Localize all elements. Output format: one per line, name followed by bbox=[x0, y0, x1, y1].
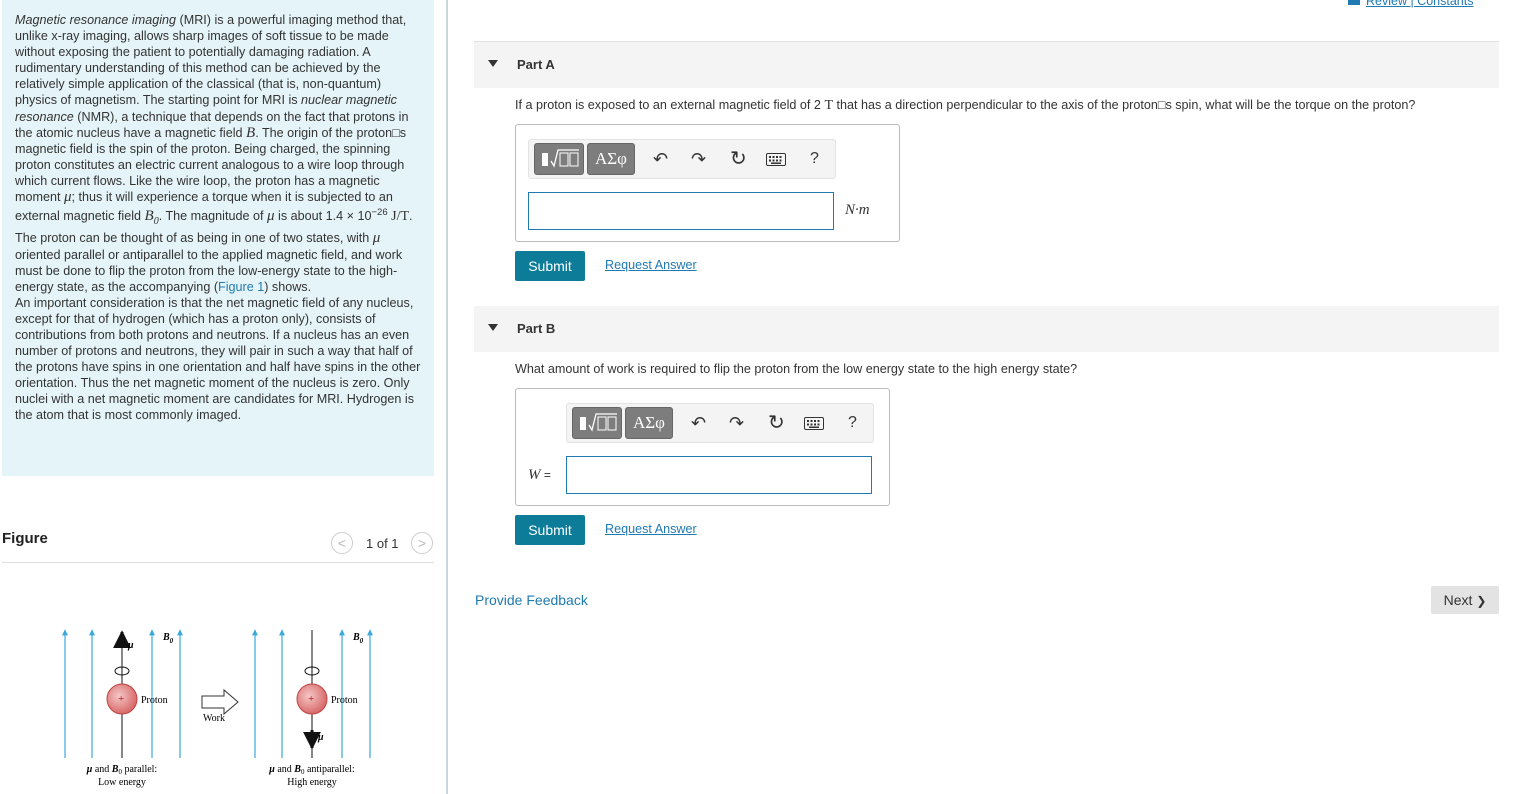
b0-label-right: B0 bbox=[352, 632, 364, 645]
templates-icon bbox=[542, 149, 579, 168]
equals-sign: = bbox=[540, 468, 551, 482]
figure-next-button[interactable]: > bbox=[411, 532, 433, 554]
symbol-b: B bbox=[246, 124, 256, 141]
exponent: −26 bbox=[371, 207, 388, 219]
part-b-submit-button[interactable]: Submit bbox=[515, 515, 585, 545]
symbol-mu-vector: μ bbox=[266, 208, 275, 225]
caption-left-2: Low energy bbox=[98, 777, 146, 788]
work-arrow bbox=[201, 688, 239, 716]
part-a-request-answer-link[interactable]: Request Answer bbox=[605, 258, 697, 272]
left-panel: Magnetic resonance imaging (MRI) is a po… bbox=[0, 0, 448, 794]
undo-icon[interactable]: ↶ bbox=[691, 412, 706, 434]
part-a-header[interactable]: Part A bbox=[474, 42, 1499, 88]
redo-icon[interactable]: ↷ bbox=[691, 148, 706, 170]
work-label: Work bbox=[203, 713, 225, 724]
provide-feedback-link[interactable]: Provide Feedback bbox=[475, 592, 588, 608]
collapse-triangle-icon[interactable] bbox=[488, 324, 498, 331]
undo-icon[interactable]: ↶ bbox=[653, 148, 668, 170]
part-a-question: If a proton is exposed to an external ma… bbox=[515, 98, 1415, 114]
figure-title: Figure bbox=[2, 530, 48, 547]
b0-label-sub: 0 bbox=[170, 637, 174, 645]
intro-text-run: ) shows. bbox=[264, 279, 312, 294]
intro-text-run: oriented parallel or antiparallel to the… bbox=[15, 247, 403, 294]
part-b-question: What amount of work is required to flip … bbox=[515, 362, 1078, 376]
help-icon[interactable]: ? bbox=[848, 412, 857, 434]
intro-text-run: is about 1.4 × 10 bbox=[274, 209, 372, 224]
review-constants-link[interactable]: Review | Constants bbox=[1348, 0, 1473, 8]
symbol-mu-vector: μ bbox=[372, 230, 381, 247]
variable-w: W bbox=[528, 467, 541, 483]
part-b-header[interactable]: Part B bbox=[474, 306, 1499, 352]
templates-button[interactable] bbox=[572, 407, 622, 439]
mu-label-right: μ bbox=[317, 732, 324, 743]
figure-header: Figure < 1 of 1 > bbox=[2, 526, 434, 563]
proton-plus-left: + bbox=[118, 693, 124, 705]
chevron-right-icon: ❯ bbox=[1476, 594, 1487, 608]
part-a-answer-input[interactable] bbox=[528, 192, 834, 230]
greek-symbols-button[interactable]: ΑΣφ bbox=[625, 407, 673, 439]
part-b-label: Part B bbox=[517, 321, 556, 336]
help-icon[interactable]: ? bbox=[810, 148, 819, 170]
caption-and: and bbox=[92, 764, 111, 775]
caption-right-2: High energy bbox=[287, 777, 337, 788]
intro-paragraph-1: Magnetic resonance imaging (MRI) is a po… bbox=[15, 12, 422, 295]
caption-left-1: μ and B0 parallel: bbox=[86, 764, 157, 776]
proton-label-right: Proton bbox=[331, 695, 358, 706]
keyboard-icon[interactable] bbox=[766, 153, 786, 166]
redo-icon[interactable]: ↷ bbox=[729, 412, 744, 434]
book-icon bbox=[1348, 0, 1360, 5]
unit-tesla: T bbox=[824, 98, 833, 113]
part-b-answer-box: ΑΣφ ↶ ↷ ↻ ? W = bbox=[515, 388, 890, 506]
b0-label-sub: 0 bbox=[360, 637, 364, 645]
part-b-answer-input[interactable] bbox=[566, 456, 872, 494]
part-a-answer-box: ΑΣφ ↶ ↷ ↻ ? N·m bbox=[515, 124, 900, 242]
part-a-submit-button[interactable]: Submit bbox=[515, 251, 585, 281]
question-text: that has a direction perpendicular to th… bbox=[833, 98, 1416, 112]
next-button[interactable]: Next ❯ bbox=[1431, 586, 1499, 614]
symbol-b0: B bbox=[144, 208, 154, 225]
proton-figure: μ B0 + Proton Work B0 + Proton μ μ and B… bbox=[62, 629, 373, 788]
math-toolbar: ΑΣφ ↶ ↷ ↻ ? bbox=[528, 139, 836, 179]
part-b-variable-label: W = bbox=[528, 466, 551, 484]
intro-text: Magnetic resonance imaging (MRI) is a po… bbox=[2, 0, 434, 476]
unit-jt: J/T bbox=[387, 209, 410, 225]
figure-link[interactable]: Figure 1 bbox=[218, 280, 264, 294]
reset-icon[interactable]: ↻ bbox=[768, 412, 785, 434]
intro-text-run: . The magnitude of bbox=[158, 209, 267, 224]
symbol-b-vector: B bbox=[246, 125, 255, 141]
proton-plus-right: + bbox=[308, 693, 314, 705]
question-text: If a proton is exposed to an external ma… bbox=[515, 98, 825, 112]
math-toolbar: ΑΣφ ↶ ↷ ↻ ? bbox=[566, 403, 874, 443]
part-a-label: Part A bbox=[517, 57, 555, 72]
caption-state: antiparallel: bbox=[304, 764, 354, 775]
review-constants-label: Review | Constants bbox=[1366, 0, 1474, 8]
mu-label-left: μ bbox=[127, 640, 134, 651]
b0-label-left: B0 bbox=[162, 632, 174, 645]
keyboard-icon[interactable] bbox=[804, 417, 824, 430]
intro-term-mri: Magnetic resonance imaging bbox=[15, 13, 177, 27]
templates-button[interactable] bbox=[534, 143, 584, 175]
templates-icon bbox=[580, 413, 617, 432]
greek-symbols-button[interactable]: ΑΣφ bbox=[587, 143, 635, 175]
reset-icon[interactable]: ↻ bbox=[730, 148, 747, 170]
intro-paragraph-2: An important consideration is that the n… bbox=[15, 295, 421, 423]
next-label: Next bbox=[1443, 592, 1473, 608]
caption-and: and bbox=[275, 764, 294, 775]
caption-state: parallel: bbox=[122, 764, 157, 775]
figure-count: 1 of 1 bbox=[366, 536, 399, 551]
symbol-b0-vector: B0 bbox=[144, 208, 159, 227]
part-b-request-answer-link[interactable]: Request Answer bbox=[605, 522, 697, 536]
part-a-unit: N·m bbox=[845, 202, 870, 218]
caption-right-1: μ and B0 antiparallel: bbox=[268, 764, 354, 776]
figure-prev-button[interactable]: < bbox=[331, 532, 353, 554]
proton-label-left: Proton bbox=[141, 695, 168, 706]
symbol-mu-vector: μ bbox=[64, 189, 72, 206]
collapse-triangle-icon[interactable] bbox=[488, 60, 498, 67]
